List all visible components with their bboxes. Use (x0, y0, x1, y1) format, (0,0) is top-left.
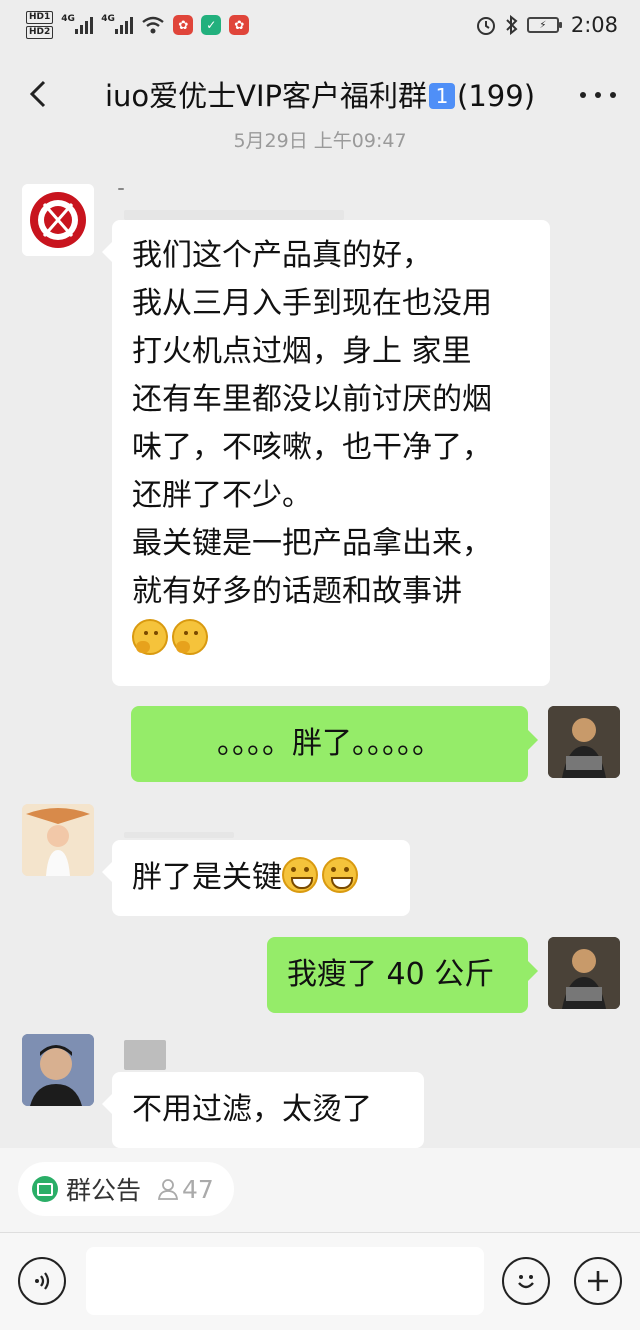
grinning-squint-face-icon (282, 857, 318, 893)
message-text: 。。。。胖了。。。。。 (217, 726, 442, 761)
dot-icon (580, 92, 586, 98)
message-text: 不用过滤，太烫了 (132, 1092, 372, 1127)
emoji-row (132, 616, 530, 664)
dot-icon (595, 92, 601, 98)
signal-icon: 4G (61, 14, 94, 34)
hd2-badge: HD2 (26, 26, 54, 39)
chat-title-name: iuo爱优士VIP客户福利群 (104, 79, 428, 113)
message-bubble[interactable]: 不用过滤，太烫了 (102, 1072, 424, 1148)
more-actions-button[interactable] (574, 1257, 622, 1305)
plus-icon (588, 1271, 608, 1291)
dot-icon (610, 92, 616, 98)
bluetooth-icon (506, 14, 518, 36)
message-line: 我们这个产品真的好， (132, 238, 432, 273)
grinning-squint-face-icon (322, 857, 358, 893)
sender-name (118, 188, 124, 190)
status-left: HD1 HD2 4G 4G ✿ ✓ ✿ (26, 11, 250, 39)
announcement-icon (32, 1176, 58, 1202)
message-line: 我从三月入手到现在也没用 (132, 286, 492, 321)
network-type-2: 4G (101, 14, 115, 24)
announcement-count-value: 47 (182, 1174, 214, 1204)
voice-icon (35, 1272, 50, 1290)
app-notification-icon-3: ✿ (229, 15, 250, 35)
status-bar: HD1 HD2 4G 4G ✿ ✓ ✿ ⚡ 2:08 (0, 0, 640, 50)
message-bubble[interactable]: 胖了是关键 (102, 840, 410, 916)
person-icon (157, 1179, 179, 1200)
app-notification-icon: ✿ (173, 15, 194, 35)
chat-title: iuo爱优士VIP客户福利群 1 (199) (105, 73, 535, 115)
message-bubble[interactable]: 。。。。胖了。。。。。 (131, 706, 538, 782)
more-options-button[interactable] (576, 80, 620, 110)
message-line: 最关键是一把产品拿出来， (132, 526, 492, 561)
smiley-icon (518, 1275, 534, 1289)
hd-badges: HD1 HD2 (26, 11, 54, 39)
message-line: 还胖了不少。 (132, 478, 312, 513)
message-line: 味了，不咳嗽，也干净了， (132, 430, 492, 465)
man-photo-avatar-icon (22, 1034, 94, 1106)
avatar[interactable] (22, 184, 94, 256)
message-timestamp: 5月29日 上午09:47 (233, 130, 407, 150)
emoji-button[interactable] (502, 1257, 550, 1305)
child-photo-avatar-icon (22, 804, 94, 876)
chat-header: iuo爱优士VIP客户福利群 1 (199) (0, 52, 640, 136)
member-count: (199) (457, 79, 536, 113)
battery-icon: ⚡ (526, 17, 562, 33)
message-line: 就有好多的话题和故事讲 (132, 574, 462, 609)
network-type-1: 4G (61, 14, 75, 24)
announcement-count: 47 (157, 1175, 214, 1204)
message-text: 胖了是关键 (132, 860, 282, 895)
message-line: 打火机点过烟，身上 家里 (132, 334, 472, 369)
my-avatar[interactable] (548, 937, 620, 1009)
paper-cut-fu-avatar-icon (22, 184, 94, 256)
back-button[interactable] (20, 74, 60, 114)
signal-icon-2: 4G (101, 14, 134, 34)
message-bubble[interactable]: 我们这个产品真的好， 我从三月入手到现在也没用 打火机点过烟，身上 家里 还有车… (102, 220, 550, 686)
person-photo-avatar-icon (548, 706, 620, 778)
message-bubble[interactable]: 我瘦了 40 公斤 (267, 937, 538, 1013)
announcement-label: 群公告 (66, 1176, 142, 1205)
sender-name-redacted (124, 1040, 166, 1070)
alarm-icon (476, 17, 495, 35)
person-photo-avatar-icon (548, 937, 620, 1009)
thinking-face-icon (132, 619, 168, 655)
status-time: 2:08 (570, 13, 618, 37)
voice-input-button[interactable] (18, 1257, 66, 1305)
thinking-face-icon (172, 619, 208, 655)
avatar[interactable] (22, 1034, 94, 1106)
my-avatar[interactable] (548, 706, 620, 778)
announcement-bar: 群公告 47 (0, 1148, 640, 1232)
message-input[interactable] (86, 1247, 484, 1315)
chevron-left-icon (29, 80, 46, 108)
status-right: ⚡ 2:08 (475, 13, 618, 37)
sender-name-redacted (124, 832, 234, 838)
message-text: 我瘦了 40 公斤 (287, 957, 495, 992)
group-announcement-button[interactable]: 群公告 47 (18, 1162, 234, 1216)
keycap-1-emoji: 1 (429, 83, 456, 109)
sender-name-redacted (124, 210, 344, 220)
hd1-badge: HD1 (26, 11, 54, 24)
message-line: 还有车里都没以前讨厌的烟 (132, 382, 492, 417)
avatar[interactable] (22, 804, 94, 876)
input-bar (0, 1232, 640, 1330)
wifi-icon (142, 16, 165, 34)
app-notification-icon-2: ✓ (201, 15, 222, 35)
